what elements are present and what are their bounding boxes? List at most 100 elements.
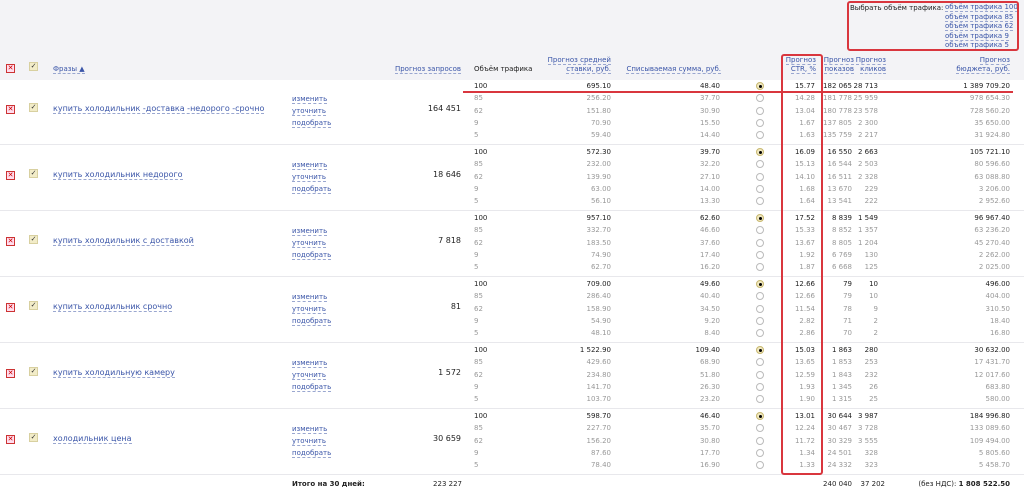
action-change[interactable]: изменить [292, 227, 328, 236]
action-pick[interactable]: подобрать [292, 119, 332, 128]
phrase-link[interactable]: купить холодильник с доставкой [53, 236, 194, 246]
phrase-link[interactable]: купить холодильник -доставка -недорого -… [53, 104, 265, 114]
action-pick[interactable]: подобрать [292, 383, 332, 392]
traffic-radio[interactable] [756, 148, 764, 156]
traffic-radio[interactable] [756, 184, 764, 193]
traffic-radio[interactable] [756, 461, 764, 470]
action-refine[interactable]: уточнить [292, 173, 326, 182]
traffic-radio[interactable] [756, 292, 764, 301]
action-change[interactable]: изменить [292, 293, 328, 302]
totals-label: Итого на 30 дней: [292, 480, 365, 488]
delete-phrase-icon[interactable]: ✕ [6, 105, 15, 114]
phrase-link[interactable]: купить холодильник недорого [53, 170, 183, 180]
traffic-radio[interactable] [756, 214, 764, 222]
traffic-radio[interactable] [756, 382, 764, 391]
traffic-radio[interactable] [756, 197, 764, 206]
phrase-checkbox[interactable]: ✓ [29, 169, 38, 178]
avg-bid-header[interactable]: Прогноз средней ставки, руб. [547, 56, 611, 74]
delete-phrase-icon[interactable]: ✕ [6, 369, 15, 378]
delete-phrase-icon[interactable]: ✕ [6, 435, 15, 444]
traffic-radio[interactable] [756, 118, 764, 127]
sort-phrases-header[interactable]: Фразы ▲ [53, 65, 85, 74]
traffic-radio[interactable] [756, 106, 764, 115]
delete-phrase-icon[interactable]: ✕ [6, 237, 15, 246]
delete-phrase-icon[interactable]: ✕ [6, 171, 15, 180]
traffic-radio[interactable] [756, 329, 764, 338]
delete-all-icon[interactable]: ✕ [6, 64, 15, 73]
traffic-radio[interactable] [756, 448, 764, 457]
action-refine[interactable]: уточнить [292, 107, 326, 116]
totals-shows: 240 040 [823, 480, 852, 488]
traffic-value: 85 [474, 226, 483, 235]
phrase-link[interactable]: холодильник цена [53, 434, 132, 444]
traffic-radio[interactable] [756, 424, 764, 433]
clicks-header[interactable]: Прогноз кликов [855, 56, 886, 74]
requests-header[interactable]: Прогноз запросов [394, 65, 461, 74]
phrase-checkbox[interactable]: ✓ [29, 301, 38, 310]
action-refine[interactable]: уточнить [292, 437, 326, 446]
traffic-radio[interactable] [756, 395, 764, 404]
action-pick[interactable]: подобрать [292, 449, 332, 458]
select-all-checkbox[interactable]: ✓ [29, 62, 38, 71]
phrase-link[interactable]: купить холодильник срочно [53, 302, 173, 312]
traffic-radio[interactable] [756, 280, 764, 288]
phrase-checkbox[interactable]: ✓ [29, 235, 38, 244]
budget-header[interactable]: Прогноз бюджета, руб. [956, 56, 1010, 74]
action-refine[interactable]: уточнить [292, 371, 326, 380]
phrase-checkbox[interactable]: ✓ [29, 103, 38, 112]
action-pick[interactable]: подобрать [292, 317, 332, 326]
budget-value: 683.80 [985, 382, 1011, 391]
avg-bid-value: 256.20 [586, 94, 612, 103]
action-pick[interactable]: подобрать [292, 185, 332, 194]
charge-value: 27.10 [699, 172, 720, 181]
traffic-value: 100 [474, 346, 488, 354]
traffic-radio[interactable] [756, 94, 764, 103]
traffic-radio[interactable] [756, 160, 764, 169]
traffic-radio[interactable] [756, 358, 764, 367]
charge-value: 49.60 [699, 280, 720, 288]
traffic-radio[interactable] [756, 172, 764, 181]
clicks-value: 280 [864, 346, 878, 354]
traffic-radio[interactable] [756, 238, 764, 247]
shows-value: 1 843 [831, 370, 852, 379]
charge-header[interactable]: Списываемая сумма, руб. [626, 65, 721, 74]
shows-header[interactable]: Прогноз показов [823, 56, 854, 74]
traffic-radio[interactable] [756, 346, 764, 354]
budget-value: 12 017.60 [974, 370, 1010, 379]
charge-value: 68.90 [699, 358, 720, 367]
traffic-value: 5 [474, 131, 479, 140]
avg-bid-value: 139.90 [586, 172, 612, 181]
action-change[interactable]: изменить [292, 359, 328, 368]
avg-bid-value: 1 522.90 [579, 346, 611, 354]
traffic-radio[interactable] [756, 82, 764, 90]
avg-bid-value: 709.00 [586, 280, 612, 288]
phrase-group: ✕ ✓ купить холодильник недорого изменить… [0, 145, 1024, 211]
phrase-checkbox[interactable]: ✓ [29, 433, 38, 442]
action-pick[interactable]: подобрать [292, 251, 332, 260]
traffic-radio[interactable] [756, 263, 764, 272]
traffic-radio[interactable] [756, 436, 764, 445]
phrase-checkbox[interactable]: ✓ [29, 367, 38, 376]
avg-bid-value: 332.70 [586, 226, 612, 235]
action-refine[interactable]: уточнить [292, 239, 326, 248]
avg-bid-value: 70.90 [590, 118, 611, 127]
traffic-radio[interactable] [756, 226, 764, 235]
delete-phrase-icon[interactable]: ✕ [6, 303, 15, 312]
budget-value: 16.80 [989, 329, 1010, 338]
phrase-link[interactable]: купить холодильную камеру [53, 368, 175, 378]
shows-value: 8 852 [831, 226, 852, 235]
traffic-radio[interactable] [756, 304, 764, 313]
traffic-radio[interactable] [756, 370, 764, 379]
action-change[interactable]: изменить [292, 95, 328, 104]
charge-value: 34.50 [699, 304, 720, 313]
traffic-radio[interactable] [756, 131, 764, 140]
action-change[interactable]: изменить [292, 425, 328, 434]
shows-value: 13 541 [827, 197, 853, 206]
traffic-radio[interactable] [756, 250, 764, 259]
budget-value: 30 632.00 [974, 346, 1010, 354]
avg-bid-value: 429.60 [586, 358, 612, 367]
action-refine[interactable]: уточнить [292, 305, 326, 314]
action-change[interactable]: изменить [292, 161, 328, 170]
traffic-radio[interactable] [756, 412, 764, 420]
traffic-radio[interactable] [756, 316, 764, 325]
